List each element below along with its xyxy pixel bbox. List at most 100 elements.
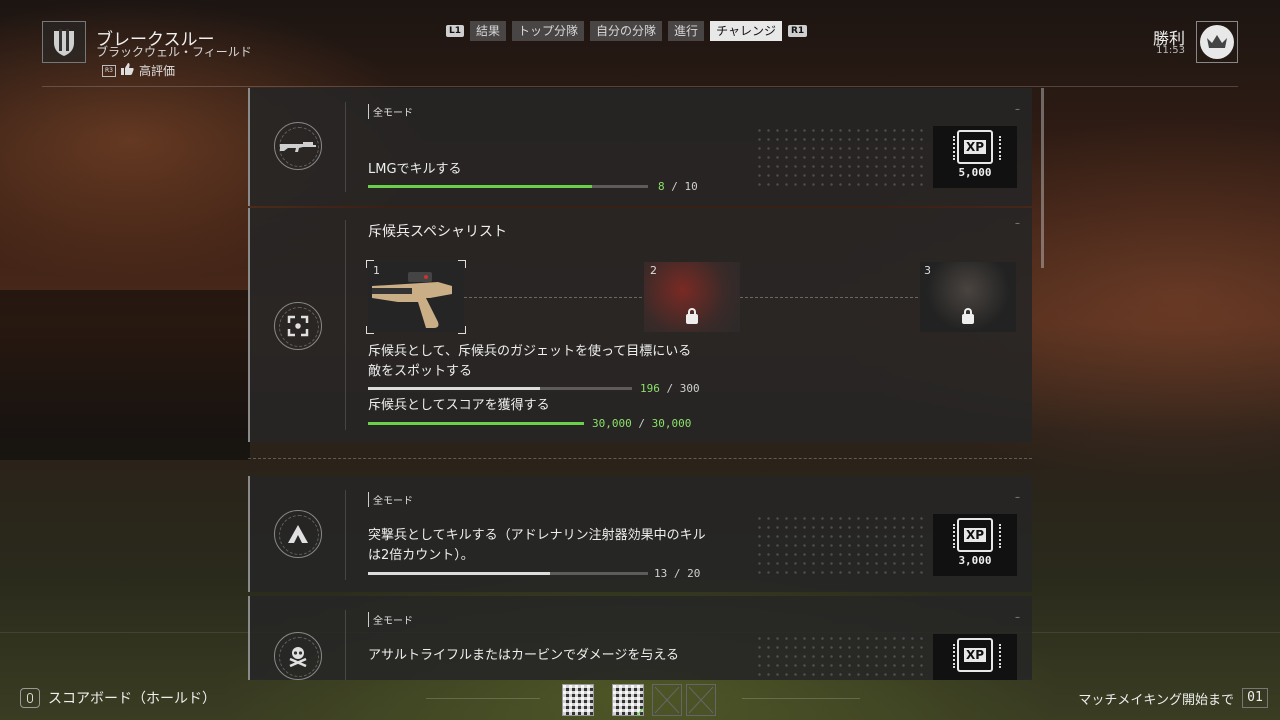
- xp-chip-icon: XP: [953, 638, 1001, 672]
- xp-chip-icon: XP: [953, 130, 1001, 164]
- mode-tag: 全モード: [368, 104, 413, 119]
- empty-slot-icon: [686, 684, 716, 716]
- collapse-mark: –: [1015, 612, 1020, 623]
- scoreboard-hold-prompt[interactable]: スコアボード（ホールド）: [48, 688, 216, 708]
- stage-1-tile[interactable]: 1: [366, 260, 466, 334]
- challenge-title: LMGでキルする: [368, 162, 462, 177]
- progress-count: 8 / 10: [658, 180, 698, 193]
- stage-3-tile[interactable]: 3: [920, 262, 1016, 332]
- progress-bar: [368, 185, 648, 188]
- progress-bar: [368, 572, 648, 575]
- card-separator: [345, 102, 346, 192]
- crown-icon: [1200, 25, 1234, 59]
- progress-fill: [368, 422, 584, 425]
- matchmaking-countdown-label: マッチメイキング開始まで: [1078, 693, 1234, 708]
- progress-total: 300: [679, 382, 700, 395]
- scrollbar[interactable]: [1041, 88, 1044, 268]
- lock-icon: [962, 308, 974, 324]
- map-name: ブラックウェル・フィールド: [96, 45, 252, 59]
- select-corner: [366, 260, 374, 268]
- skull-crossbones-icon: [274, 632, 322, 680]
- challenge-card-recon-specialist[interactable]: 斥候兵スペシャリスト – 1 2 3 斥候兵として、斥候兵のガジェットを使って目…: [248, 208, 1032, 442]
- tab-top-squad[interactable]: トップ分隊: [512, 21, 585, 41]
- progress-fill: [368, 572, 550, 575]
- progress-fill: [368, 387, 540, 390]
- challenge-card-assault-kills[interactable]: 全モード 突撃兵としてキルする（アドレナリン注射器効果中のキルは2倍カウント）。…: [248, 476, 1032, 592]
- select-corner: [458, 326, 466, 334]
- challenge-card-lmg[interactable]: 全モード LMGでキルする 8 / 10 XP 5,000 –: [248, 88, 1032, 206]
- specialist-title: 斥候兵スペシャリスト: [368, 224, 508, 240]
- victory-badge: [1196, 21, 1238, 63]
- collapse-mark: –: [1015, 104, 1020, 115]
- footer-line: [742, 698, 860, 699]
- breakthrough-emblem-icon: [42, 21, 86, 63]
- squad-slot-icon: [562, 684, 594, 716]
- progress-total: 20: [687, 567, 701, 580]
- progress-current: 8: [658, 180, 665, 193]
- objective-2-text: 斥候兵としてスコアを獲得する: [368, 398, 550, 413]
- card-separator: [345, 220, 346, 430]
- matchmaking-counter: 01: [1242, 688, 1268, 708]
- tab-progress[interactable]: 進行: [668, 21, 705, 41]
- challenge-card-ar-damage[interactable]: 全モード アサルトライフルまたはカービンでダメージを与える XP –: [248, 596, 1032, 680]
- xp-reward: XP 3,000: [933, 514, 1017, 576]
- mode-tag: 全モード: [368, 612, 413, 627]
- rating-label: 高評価: [139, 64, 176, 78]
- progress-count: 13 / 20: [654, 567, 701, 580]
- decorative-dots: [755, 514, 925, 574]
- objective-1-progress-bar: [368, 387, 632, 390]
- progress-total: 30,000: [651, 417, 692, 430]
- background-shadow: [0, 290, 250, 460]
- header-divider: [42, 86, 1238, 87]
- stage-connector: [464, 297, 642, 298]
- card-separator: [345, 610, 346, 680]
- touchpad-button-icon: [20, 688, 40, 708]
- stage-connector: [740, 297, 918, 298]
- challenge-title: アサルトライフルまたはカービンでダメージを与える: [368, 648, 679, 663]
- objective-2-progress-bar: [368, 422, 584, 425]
- progress-current: 13: [654, 567, 668, 580]
- stage-number: 1: [373, 264, 380, 277]
- progress-current: 196: [640, 382, 660, 395]
- match-time: 11:53: [1156, 45, 1185, 56]
- objective-2-count: 30,000 / 30,000: [592, 417, 692, 430]
- decorative-dots: [755, 634, 925, 680]
- select-corner: [366, 326, 374, 334]
- empty-slot-icon: [652, 684, 682, 716]
- stage-number: 2: [650, 264, 657, 277]
- xp-amount: 5,000: [958, 166, 992, 179]
- stage-number: 3: [924, 264, 931, 277]
- tab-bar: L1 結果 トップ分隊 自分の分隊 進行 チャレンジ R1: [446, 21, 808, 41]
- xp-chip-icon: XP: [953, 518, 1001, 552]
- thumbs-up-icon: [121, 63, 134, 78]
- stage-2-tile[interactable]: 2: [644, 262, 740, 332]
- footer-line: [426, 698, 540, 699]
- collapse-mark: –: [1015, 492, 1020, 503]
- objective-1-count: 196 / 300: [640, 382, 700, 395]
- xp-reward: XP 5,000: [933, 126, 1017, 188]
- collapse-mark: –: [1015, 218, 1020, 229]
- progress-fill: [368, 185, 592, 188]
- stage-1-pistol-image: [368, 262, 464, 332]
- card-separator: [345, 490, 346, 580]
- progress-total: 10: [684, 180, 698, 193]
- lock-icon: [686, 308, 698, 324]
- rate-button-icon: R3: [102, 64, 116, 77]
- tab-my-squad[interactable]: 自分の分隊: [590, 21, 663, 41]
- section-divider: [248, 458, 1032, 459]
- squad-slot-ready-icon: [612, 684, 645, 719]
- tab-results[interactable]: 結果: [470, 21, 507, 41]
- objective-1-text: 斥候兵として、斥候兵のガジェットを使って目標にいる敵をスポットする: [368, 344, 692, 379]
- assault-class-icon: [274, 510, 322, 558]
- lmg-weapon-icon: [274, 122, 322, 170]
- xp-reward: XP: [933, 634, 1017, 680]
- decorative-dots: [755, 126, 925, 186]
- map-rating[interactable]: R3 高評価: [102, 62, 175, 79]
- select-corner: [458, 260, 466, 268]
- xp-amount: 3,000: [958, 554, 992, 567]
- r1-bumper-icon[interactable]: R1: [787, 25, 808, 37]
- mode-tag: 全モード: [368, 492, 413, 507]
- challenge-title: 突撃兵としてキルする（アドレナリン注射器効果中のキルは2倍カウント）。: [368, 528, 706, 563]
- l1-bumper-icon[interactable]: L1: [446, 25, 464, 37]
- tab-challenges[interactable]: チャレンジ: [710, 21, 782, 41]
